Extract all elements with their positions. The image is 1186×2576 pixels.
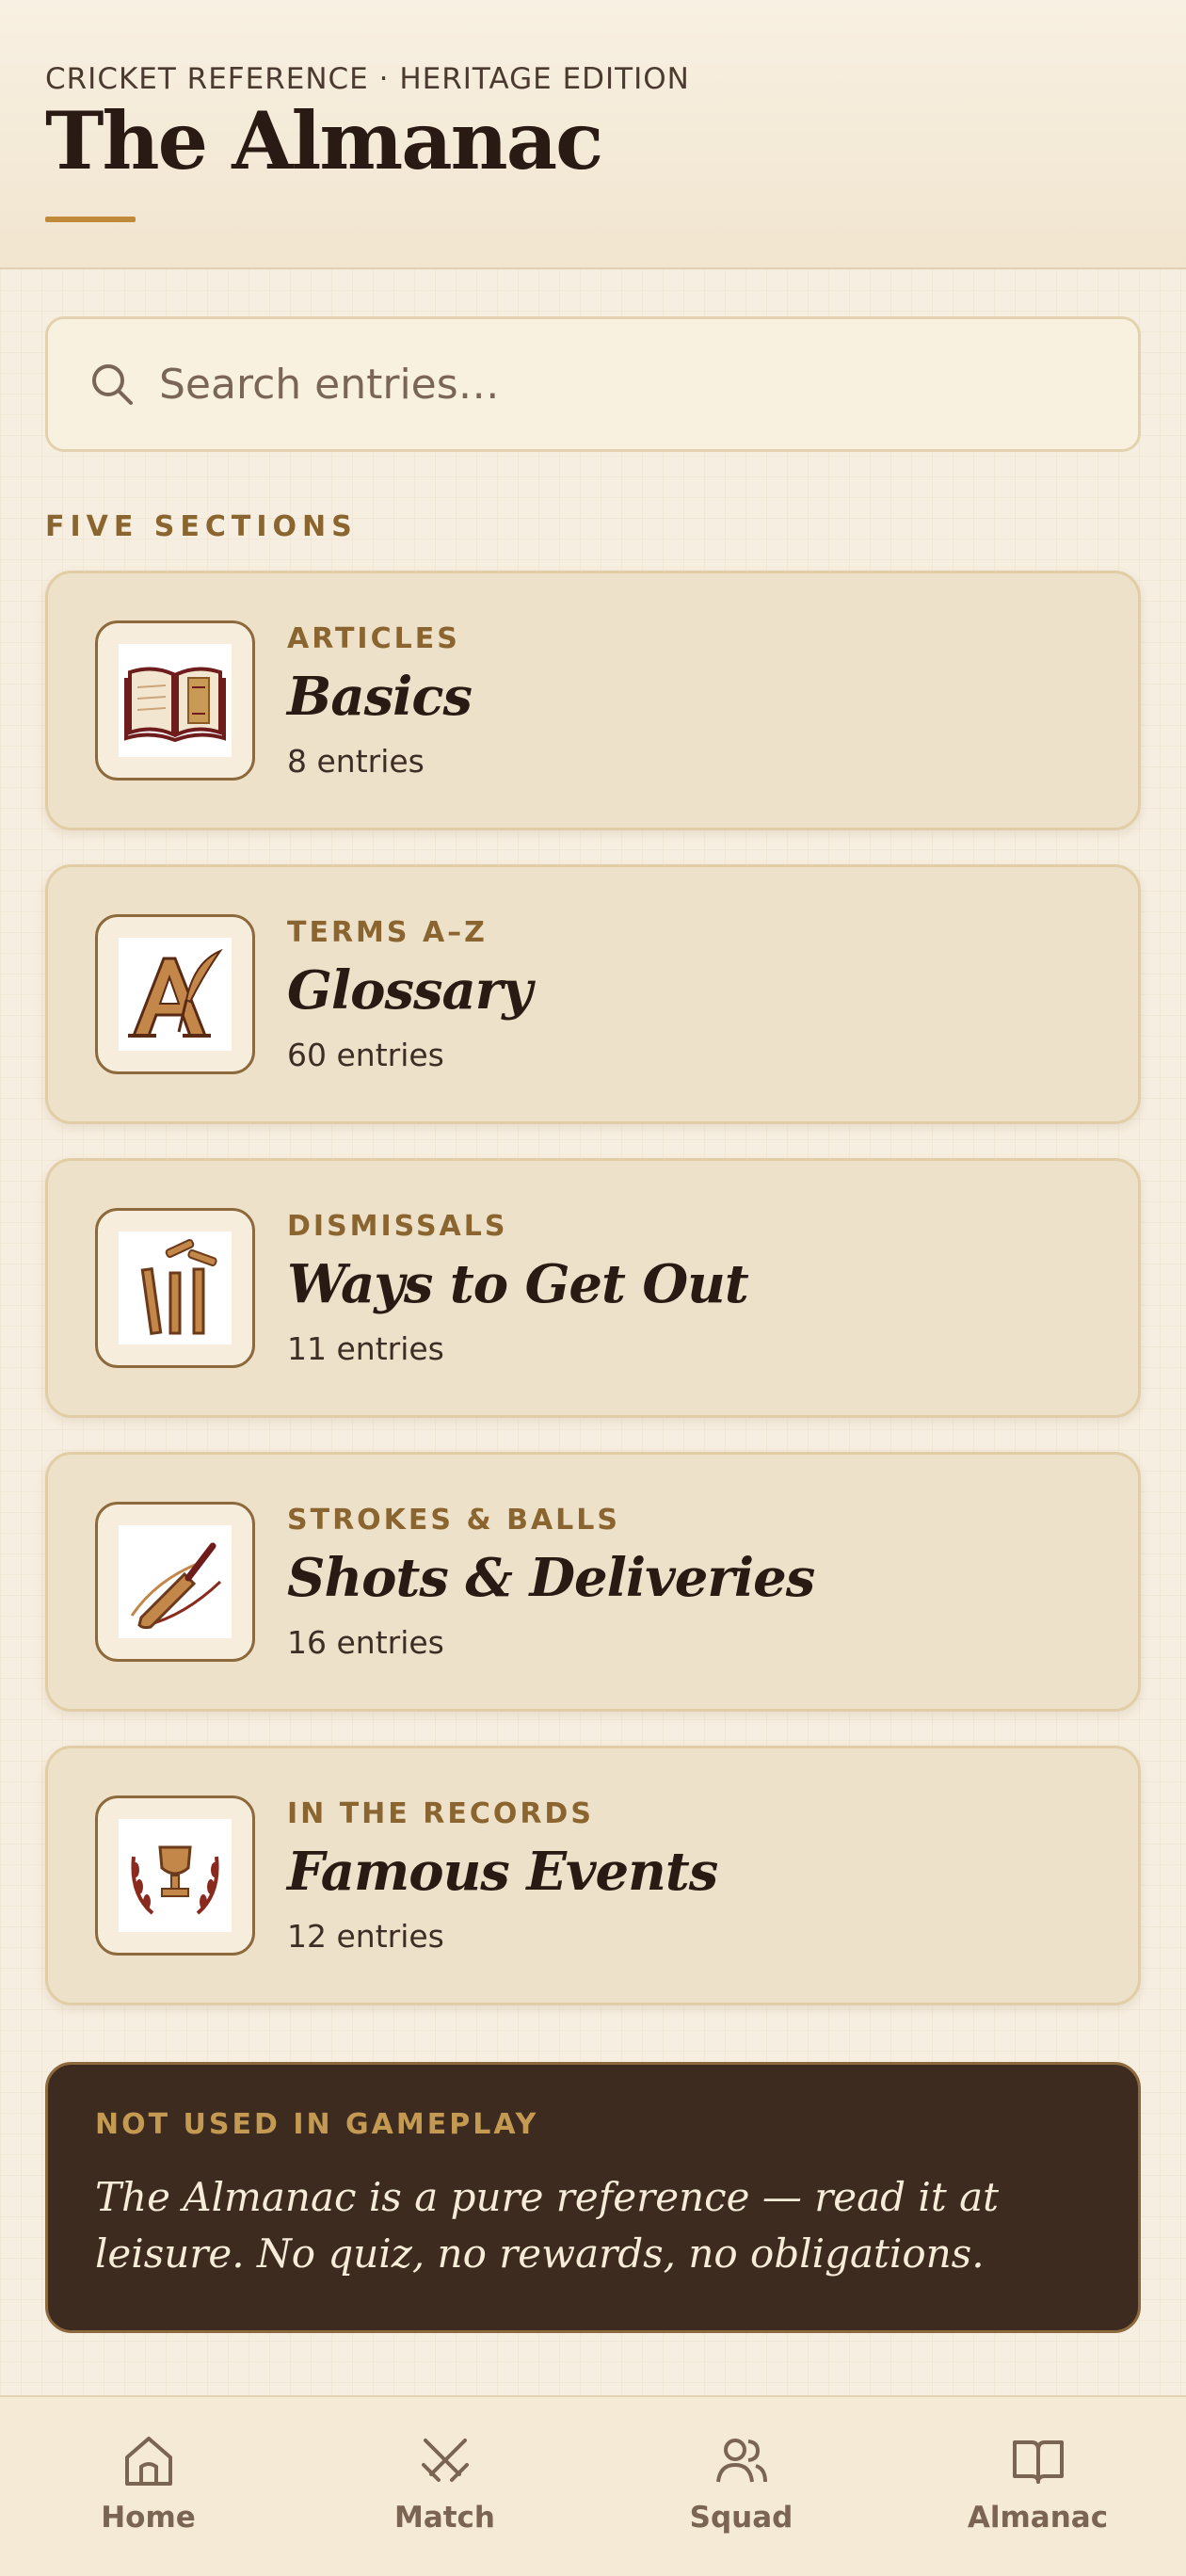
section-name: Glossary bbox=[287, 959, 533, 1022]
section-count: 11 entries bbox=[287, 1330, 444, 1367]
trophy-laurel-icon bbox=[119, 1819, 232, 1932]
app-header: CRICKET REFERENCE · HERITAGE EDITION The… bbox=[0, 0, 1186, 269]
tab-match[interactable]: Match bbox=[296, 2397, 593, 2576]
gameplay-note: NOT USED IN GAMEPLAY The Almanac is a pu… bbox=[45, 2062, 1141, 2333]
quill-letter-a-icon bbox=[119, 938, 232, 1051]
tab-label: Home bbox=[101, 2501, 196, 2535]
crossed-swords-icon bbox=[421, 2439, 469, 2482]
section-card-famous-events[interactable]: IN THE RECORDS Famous Events 12 entries bbox=[45, 1746, 1141, 2005]
section-kicker: DISMISSALS bbox=[287, 1210, 508, 1243]
section-kicker: STROKES & BALLS bbox=[287, 1504, 620, 1537]
book-icon bbox=[1012, 2440, 1064, 2484]
bottom-tab-bar: Home Match Squad Almanac bbox=[0, 2395, 1186, 2576]
section-icon-frame bbox=[95, 1502, 255, 1662]
tab-label: Almanac bbox=[967, 2501, 1109, 2535]
search-input[interactable] bbox=[159, 360, 1082, 409]
section-card-ways-to-get-out[interactable]: DISMISSALS Ways to Get Out 11 entries bbox=[45, 1158, 1141, 1418]
section-icon-frame bbox=[95, 914, 255, 1074]
broken-wicket-icon bbox=[119, 1232, 232, 1344]
section-name: Basics bbox=[287, 666, 473, 728]
section-count: 60 entries bbox=[287, 1037, 444, 1073]
section-count: 8 entries bbox=[287, 743, 425, 780]
tab-home[interactable]: Home bbox=[0, 2397, 296, 2576]
section-card-glossary[interactable]: TERMS A–Z Glossary 60 entries bbox=[45, 864, 1141, 1124]
section-name: Famous Events bbox=[287, 1841, 718, 1903]
tab-label: Squad bbox=[689, 2501, 793, 2535]
section-kicker: TERMS A–Z bbox=[287, 916, 488, 949]
section-kicker: ARTICLES bbox=[287, 622, 460, 655]
section-name: Shots & Deliveries bbox=[287, 1547, 815, 1609]
open-book-icon bbox=[119, 644, 232, 757]
home-icon bbox=[124, 2437, 172, 2486]
section-card-shots-deliveries[interactable]: STROKES & BALLS Shots & Deliveries 16 en… bbox=[45, 1452, 1141, 1712]
section-icon-frame bbox=[95, 1208, 255, 1368]
search-box[interactable] bbox=[45, 316, 1141, 452]
title-underline bbox=[45, 217, 136, 222]
sections-heading: FIVE SECTIONS bbox=[45, 510, 358, 543]
section-icon-frame bbox=[95, 620, 255, 781]
search-icon bbox=[92, 364, 133, 405]
section-card-basics[interactable]: ARTICLES Basics 8 entries bbox=[45, 571, 1141, 830]
header-eyebrow: CRICKET REFERENCE · HERITAGE EDITION bbox=[45, 62, 690, 96]
section-name: Ways to Get Out bbox=[287, 1253, 749, 1315]
note-kicker: NOT USED IN GAMEPLAY bbox=[95, 2108, 539, 2141]
note-body: The Almanac is a pure reference — read i… bbox=[95, 2174, 999, 2277]
users-icon bbox=[715, 2439, 767, 2483]
section-kicker: IN THE RECORDS bbox=[287, 1797, 594, 1830]
section-count: 12 entries bbox=[287, 1918, 444, 1955]
page-title: The Almanac bbox=[45, 94, 603, 187]
tab-label: Match bbox=[393, 2501, 496, 2535]
section-icon-frame bbox=[95, 1795, 255, 1956]
cricket-bat-icon bbox=[119, 1525, 232, 1638]
section-count: 16 entries bbox=[287, 1624, 444, 1661]
tab-almanac[interactable]: Almanac bbox=[890, 2397, 1186, 2576]
tab-squad[interactable]: Squad bbox=[593, 2397, 890, 2576]
